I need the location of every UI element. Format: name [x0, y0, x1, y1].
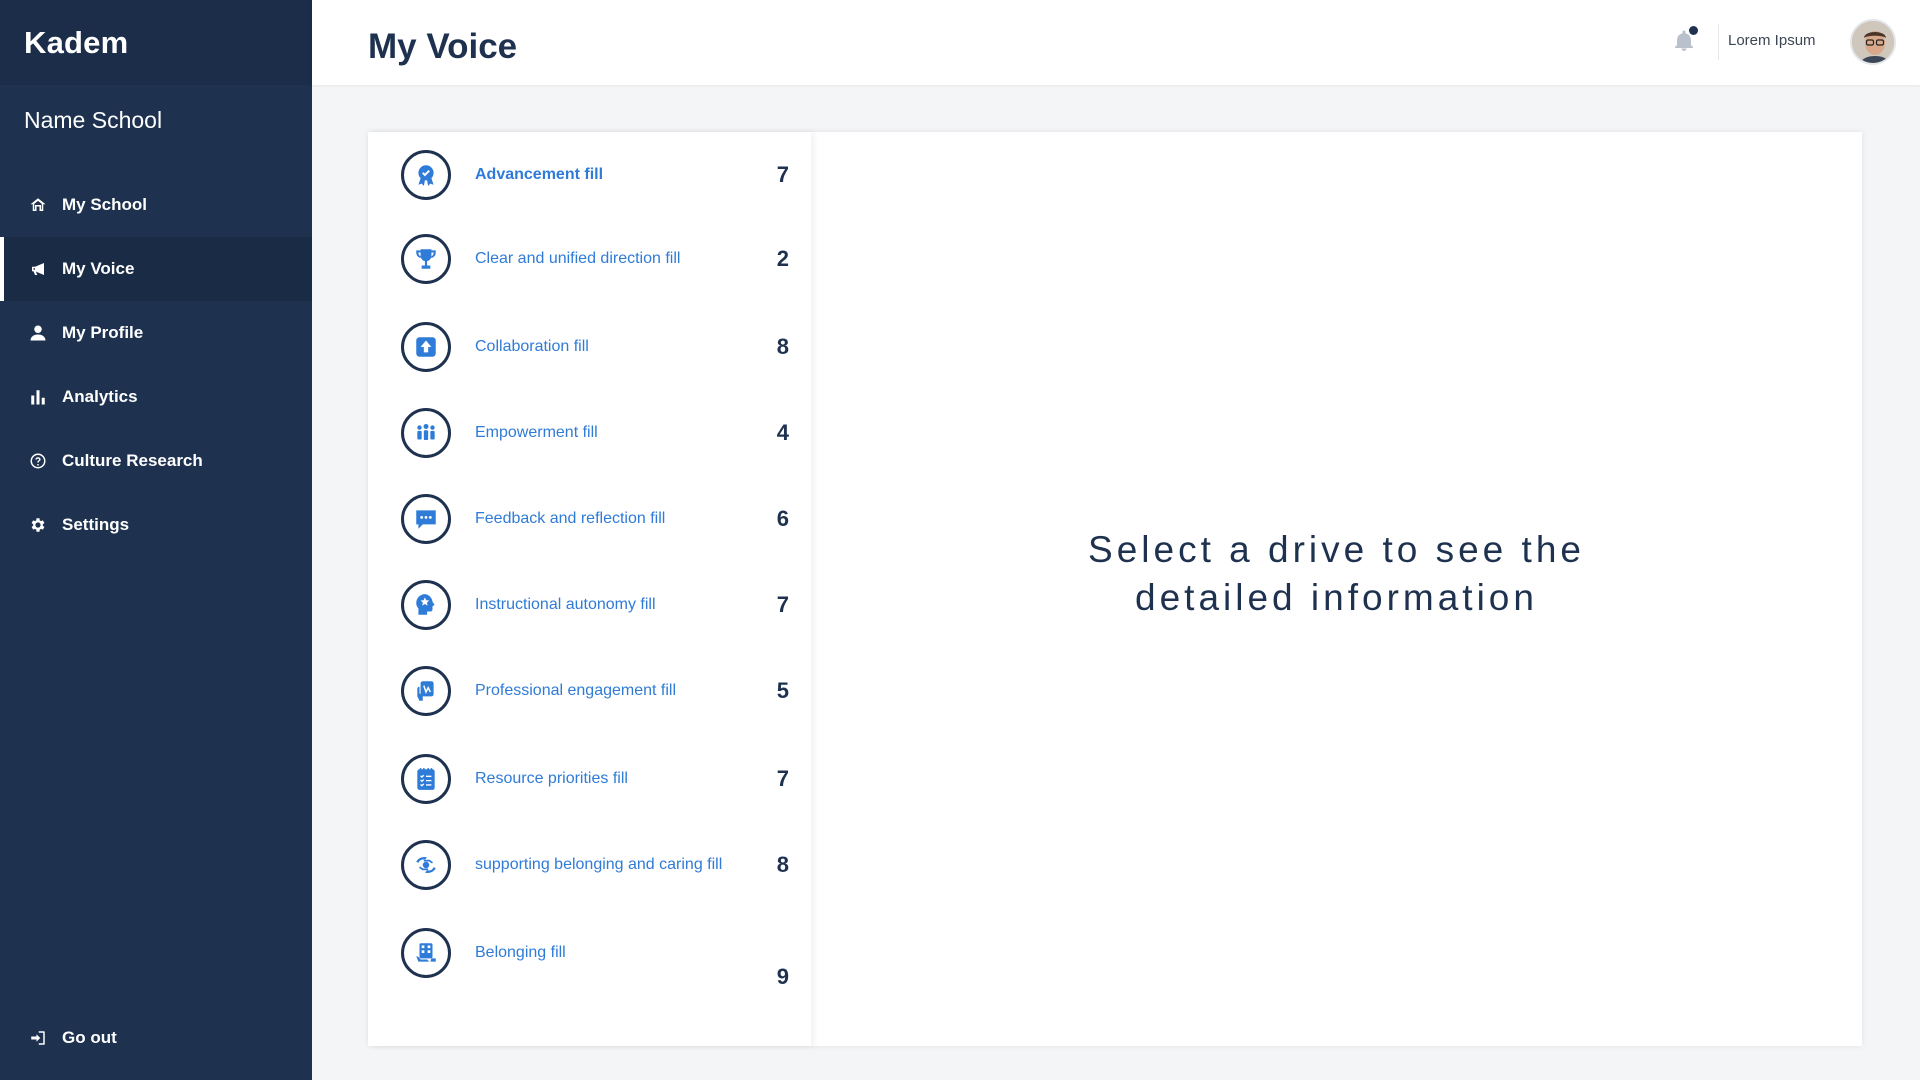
- hand-card-icon: [401, 666, 451, 716]
- sidebar-item-my-voice[interactable]: My Voice: [0, 237, 312, 301]
- top-header: My Voice Lorem Ipsum: [312, 0, 1920, 85]
- sidebar-item-label: My Profile: [62, 323, 144, 342]
- checklist-icon: [401, 754, 451, 804]
- logout-label: Go out: [62, 1028, 117, 1047]
- sidebar-item-my-school[interactable]: My School: [0, 173, 312, 237]
- sidebar-item-label: Analytics: [62, 387, 138, 406]
- school-name: Name School: [24, 107, 163, 133]
- my-voice-card: Advancement fill 7 Clear and unified dir…: [368, 132, 1862, 1046]
- drive-label: Advancement fill: [475, 166, 604, 183]
- sidebar-nav: My School My Voice My Profile Analytics …: [0, 173, 312, 557]
- building-icon: [401, 928, 451, 978]
- user-name[interactable]: Lorem Ipsum: [1728, 32, 1816, 49]
- drive-count: 4: [776, 420, 789, 445]
- drive-label: Empowerment fill: [475, 424, 598, 441]
- drive-item-professional-engagement[interactable]: Professional engagement fill 5: [368, 656, 811, 726]
- drive-label: Collaboration fill: [475, 338, 589, 355]
- head-star-icon: [401, 580, 451, 630]
- drive-label: Feedback and reflection fill: [475, 510, 666, 527]
- sidebar-item-settings[interactable]: Settings: [0, 493, 312, 557]
- user-icon: [28, 323, 48, 343]
- sidebar-item-analytics[interactable]: Analytics: [0, 365, 312, 429]
- sidebar-item-label: Settings: [62, 515, 130, 534]
- drive-label: Instructional autonomy fill: [475, 596, 656, 613]
- drive-detail-panel: Select a drive to see the detailed infor…: [811, 132, 1862, 1046]
- empty-state-message: Select a drive to see the detailed infor…: [1088, 529, 1585, 618]
- upload-arrow-icon: [401, 322, 451, 372]
- megaphone-icon: [28, 259, 48, 279]
- question-circle-icon: [28, 451, 48, 471]
- drive-label: Clear and unified direction fill: [475, 250, 681, 267]
- drive-list: Advancement fill 7 Clear and unified dir…: [368, 132, 811, 1046]
- sidebar-item-culture-research[interactable]: Culture Research: [0, 429, 312, 493]
- drive-count: 8: [776, 852, 789, 877]
- drive-count: 9: [776, 964, 789, 989]
- trophy-icon: [401, 234, 451, 284]
- drive-count: 2: [776, 246, 789, 271]
- drive-item-advancement[interactable]: Advancement fill 7: [368, 140, 811, 210]
- drive-item-belonging[interactable]: Belonging fill 9: [368, 918, 811, 989]
- chat-bubble-icon: [401, 494, 451, 544]
- drive-item-supporting-belonging[interactable]: supporting belonging and caring fill 8: [368, 830, 811, 900]
- avatar[interactable]: [1850, 19, 1896, 65]
- sidebar-item-label: My School: [62, 195, 148, 214]
- home-icon: [28, 195, 48, 215]
- drive-label: Professional engagement fill: [475, 682, 677, 699]
- sidebar-item-label: Culture Research: [62, 451, 203, 470]
- drive-item-resource-priorities[interactable]: Resource priorities fill 7: [368, 744, 811, 814]
- notifications-button[interactable]: [1672, 26, 1698, 56]
- sidebar-item-my-profile[interactable]: My Profile: [0, 301, 312, 365]
- sign-out-icon: [28, 1028, 48, 1048]
- sidebar-item-label: My Voice: [62, 259, 135, 278]
- page-title: My Voice: [368, 27, 518, 66]
- drive-item-collaboration[interactable]: Collaboration fill 8: [368, 312, 811, 382]
- sidebar: Kadem Name School My School My Voice My …: [0, 0, 312, 1080]
- bar-chart-icon: [28, 387, 48, 407]
- drive-label: Resource priorities fill: [475, 770, 628, 787]
- drive-label: supporting belonging and caring fill: [475, 856, 723, 873]
- brand-logo[interactable]: Kadem: [0, 0, 312, 85]
- award-badge-icon: [401, 150, 451, 200]
- drive-count: 8: [776, 334, 789, 359]
- drive-count: 7: [776, 592, 789, 617]
- drive-item-empowerment[interactable]: Empowerment fill 4: [368, 398, 811, 468]
- drive-item-instructional-autonomy[interactable]: Instructional autonomy fill 7: [368, 570, 811, 640]
- drive-count: 7: [776, 766, 789, 791]
- drive-item-clear-direction[interactable]: Clear and unified direction fill 2: [368, 224, 811, 294]
- header-divider: [1718, 24, 1719, 60]
- caring-hands-icon: [401, 840, 451, 890]
- group-icon: [401, 408, 451, 458]
- drive-count: 5: [776, 678, 789, 703]
- drive-count: 6: [776, 506, 789, 531]
- drive-label: Belonging fill: [475, 944, 566, 961]
- drive-item-feedback[interactable]: Feedback and reflection fill 6: [368, 484, 811, 554]
- logout-button[interactable]: Go out: [0, 1006, 312, 1070]
- drive-count: 7: [776, 162, 789, 187]
- gear-icon: [28, 515, 48, 535]
- unread-indicator: [1689, 26, 1698, 35]
